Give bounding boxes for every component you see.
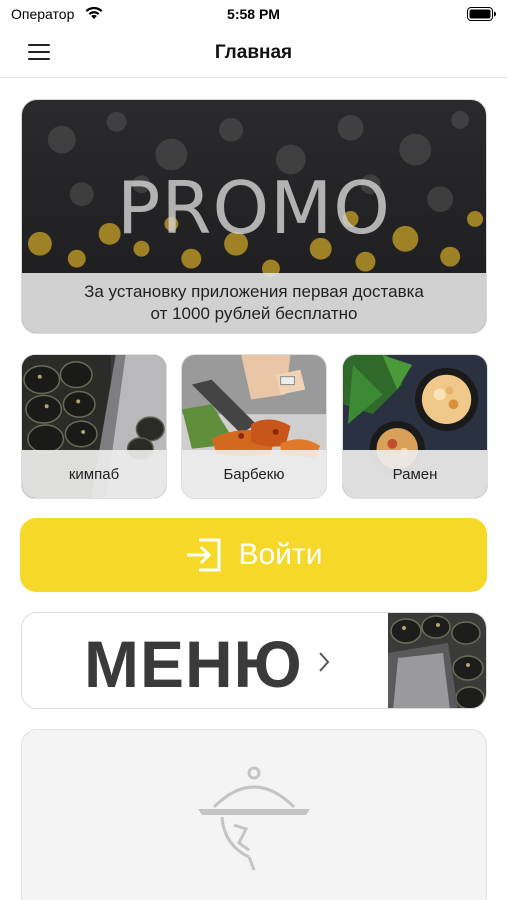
menu-banner[interactable]: МЕНЮ	[21, 612, 487, 709]
page-title: Главная	[214, 42, 293, 63]
category-card-barbecue[interactable]: Барбекю	[181, 354, 327, 499]
chevron-right-icon	[319, 652, 330, 672]
promo-caption-line-2: от 1000 рублей бесплатно	[150, 304, 358, 323]
login-label: Войти	[238, 538, 323, 571]
category-label: Рамен	[343, 450, 487, 498]
promo-banner[interactable]: PROMO За установку приложения первая дос…	[21, 99, 487, 334]
status-time: 5:58 PM	[227, 6, 280, 22]
login-icon	[186, 538, 221, 572]
placeholder-card[interactable]	[21, 729, 487, 900]
promo-caption-line-1: За установку приложения первая доставка	[84, 282, 424, 301]
category-label: Барбекю	[182, 450, 326, 498]
cloche-icon	[198, 766, 310, 871]
promo-caption: За установку приложения первая доставка …	[22, 273, 486, 333]
menu-banner-kimbap-image	[388, 613, 486, 708]
status-bar: Оператор 5:58 PM	[0, 0, 507, 30]
category-card-kimbap[interactable]: кимпаб	[21, 354, 167, 499]
menu-banner-label: МЕНЮ	[84, 627, 303, 701]
login-button[interactable]: Войти	[20, 518, 487, 592]
navigation-bar: Главная	[0, 30, 507, 78]
battery-icon	[467, 7, 496, 21]
category-card-ramen[interactable]: Рамен	[342, 354, 488, 499]
promo-title: PROMO	[117, 166, 391, 250]
category-label: кимпаб	[22, 450, 166, 498]
